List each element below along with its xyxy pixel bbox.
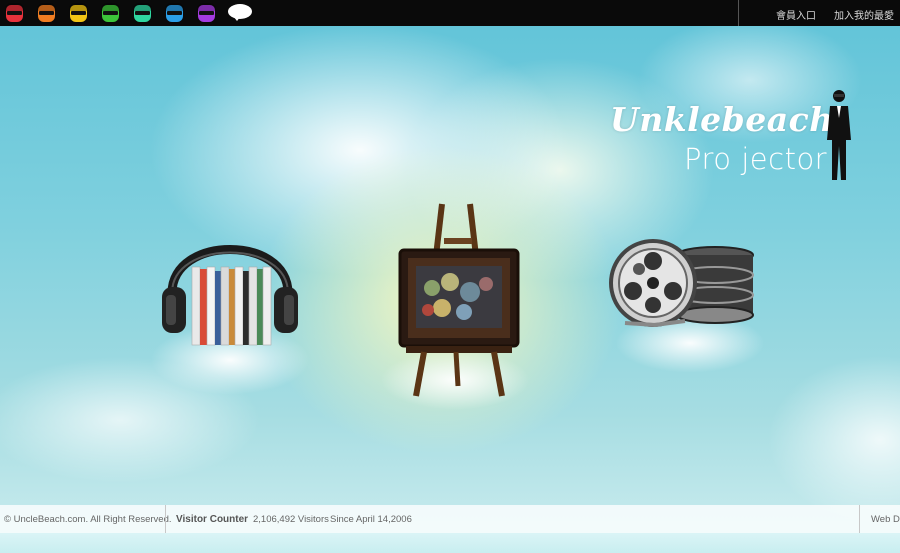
glasses-shape (39, 11, 54, 15)
hair-shape (165, 3, 184, 11)
film-reel-icon (609, 239, 754, 328)
art-section-link[interactable] (380, 200, 540, 410)
logo-title: Unklebeach (610, 100, 834, 139)
headphones-cd-stack-icon (162, 245, 298, 346)
glasses-shape (103, 11, 118, 15)
add-favorite-link[interactable]: 加入我的最愛 (834, 7, 894, 22)
hair-shape (5, 3, 24, 11)
purple-character-icon[interactable] (196, 2, 217, 23)
glasses-shape (7, 11, 22, 15)
teal-character-icon[interactable] (132, 2, 153, 23)
web-design-credit[interactable]: Web De (860, 505, 900, 533)
logo-subtitle: Pro jector (684, 142, 828, 176)
character-icon-row (4, 2, 252, 23)
glasses-shape (135, 11, 150, 15)
blue-character-icon[interactable] (164, 2, 185, 23)
easel-painting-icon (398, 203, 520, 397)
footer-divider (165, 505, 166, 533)
web-design-text: Web De (871, 514, 900, 525)
red-character-icon[interactable] (4, 2, 25, 23)
hair-shape (69, 3, 88, 11)
top-links: 會員入口 加入我的最愛 (776, 7, 894, 22)
glasses-shape (167, 11, 182, 15)
green-character-icon[interactable] (100, 2, 121, 23)
orange-character-icon[interactable] (36, 2, 57, 23)
yellow-character-icon[interactable] (68, 2, 89, 23)
speech-bubble-icon[interactable] (228, 4, 252, 21)
suited-man-icon (827, 90, 851, 180)
glasses-shape (199, 11, 214, 15)
bottom-strip (0, 533, 900, 553)
hair-shape (37, 3, 56, 11)
glasses-shape (71, 11, 86, 15)
visitor-count: 2,106,492 Visitors (253, 514, 329, 525)
visitor-counter-label: Visitor Counter (176, 514, 249, 525)
hair-shape (133, 3, 152, 11)
hair-shape (101, 3, 120, 11)
hair-shape (197, 3, 216, 11)
footer-bar: © UncleBeach.com. All Right Reserved. Vi… (0, 505, 900, 533)
site-logo[interactable]: Unklebeach Pro jector (610, 90, 851, 186)
top-bar: 會員入口 加入我的最愛 (0, 0, 900, 26)
copyright-text: © UncleBeach.com. All Right Reserved. (4, 514, 172, 525)
topbar-divider (738, 0, 739, 26)
visitor-since: Since April 14,2006 (330, 514, 412, 525)
film-section-link[interactable] (605, 225, 765, 375)
member-login-link[interactable]: 會員入口 (776, 7, 816, 22)
music-section-link[interactable] (150, 215, 310, 395)
